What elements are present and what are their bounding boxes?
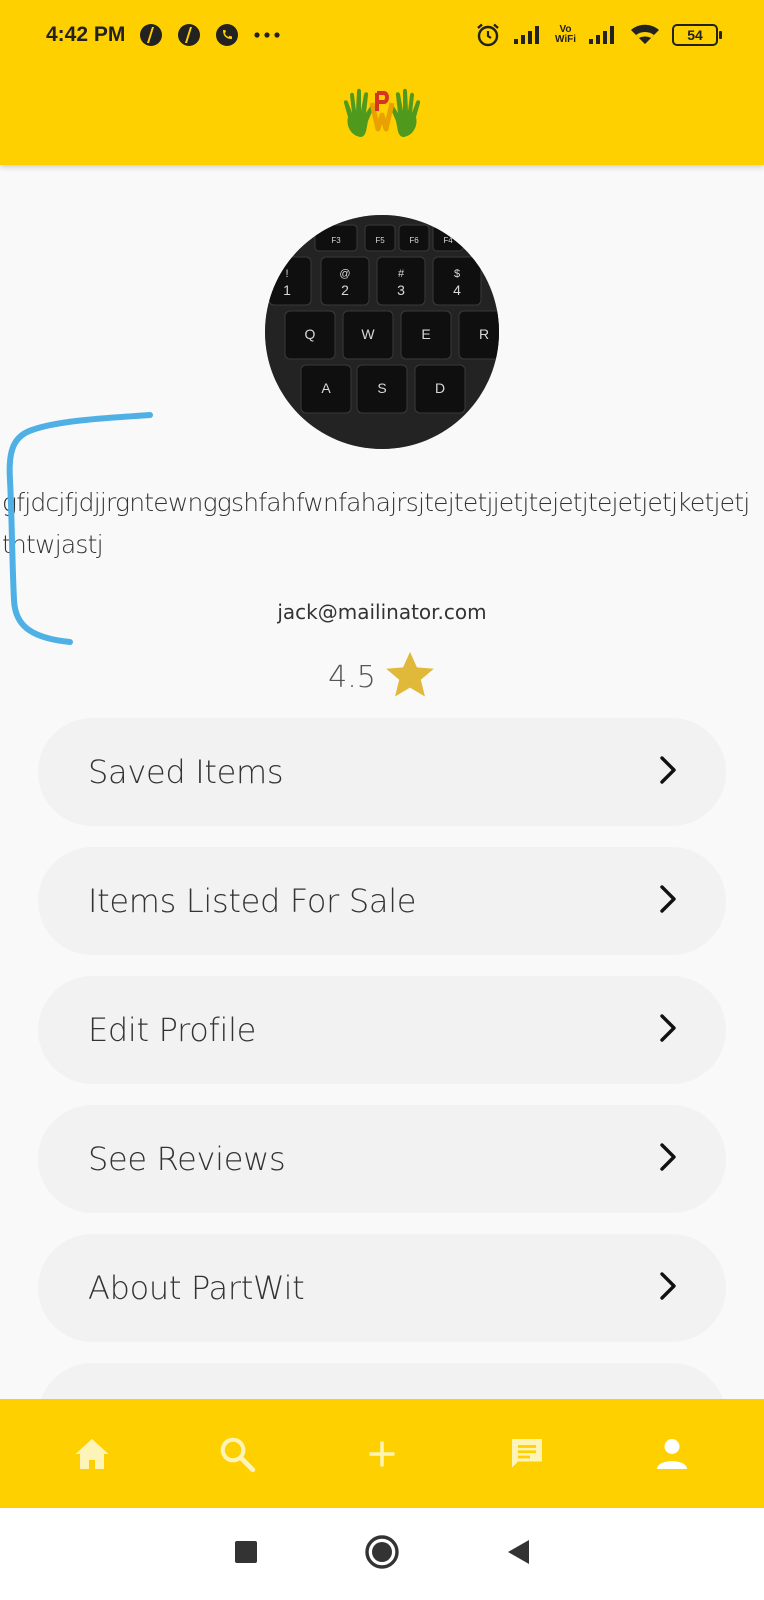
more-dots-icon [253,30,281,40]
svg-text:!: ! [285,268,288,280]
star-icon [384,650,436,704]
svg-text:1: 1 [283,282,291,298]
svg-text:E: E [421,326,430,342]
recents-icon[interactable] [233,1539,259,1569]
svg-text:D: D [435,380,445,396]
svg-text:F4: F4 [443,236,453,245]
svg-text:@: @ [339,268,350,280]
battery-icon: 54 [672,24,722,46]
svg-text:R: R [479,326,489,342]
svg-text:W: W [361,326,375,342]
chevron-right-icon [658,1013,678,1047]
battery-level: 54 [687,27,703,43]
nav-search[interactable] [202,1419,272,1489]
hike-icon [177,23,201,47]
menu-item-label: See Reviews [88,1140,286,1178]
nav-add[interactable] [347,1419,417,1489]
svg-text:$: $ [454,268,460,280]
call-icon [215,23,239,47]
chevron-right-icon [658,755,678,789]
signal-icon [588,25,618,45]
hike-icon [139,23,163,47]
menu-item-see-reviews[interactable]: See Reviews [38,1105,726,1213]
chevron-right-icon [658,1271,678,1305]
profile-rating: 4.5 [0,650,764,704]
profile-menu: Saved Items Items Listed For Sale Edit P… [38,718,726,1423]
status-bar: 4:42 PM Vo WiFi 54 [0,0,764,70]
rating-value: 4.5 [328,659,376,695]
signal-icon [513,25,543,45]
svg-text:F5: F5 [375,236,385,245]
partwit-logo-icon [338,85,426,141]
back-icon[interactable] [505,1538,531,1570]
alarm-icon [475,22,501,48]
home-circle-icon[interactable] [364,1534,400,1574]
profile-avatar[interactable]: F3 F5 F6 F4 ! 1 @ 2 # 3 $ 4 Q W E R A S … [265,215,499,449]
nav-profile[interactable] [637,1419,707,1489]
svg-text:F6: F6 [409,236,419,245]
status-time: 4:42 PM [46,23,126,46]
svg-text:F3: F3 [331,236,341,245]
menu-item-label: About PartWit [88,1269,305,1307]
menu-item-label: Saved Items [88,753,284,791]
chevron-right-icon [658,884,678,918]
volte-badge: Vo WiFi [555,25,576,45]
wifi-icon [630,24,660,46]
status-left: 4:42 PM [46,23,281,47]
svg-text:4: 4 [453,282,461,298]
add-icon [369,1441,395,1466]
menu-item-saved-items[interactable]: Saved Items [38,718,726,826]
menu-item-items-for-sale[interactable]: Items Listed For Sale [38,847,726,955]
menu-item-about-partwit[interactable]: About PartWit [38,1234,726,1342]
profile-email: jack@mailinator.com [277,600,487,624]
svg-text:A: A [321,380,331,396]
search-icon [220,1437,256,1472]
volte-bottom: WiFi [554,34,576,45]
menu-item-label: Items Listed For Sale [88,882,417,920]
nav-home[interactable] [57,1419,127,1489]
profile-icon [656,1438,687,1469]
chevron-right-icon [658,1142,678,1176]
chat-icon [511,1438,542,1467]
status-right: Vo WiFi 54 [475,22,722,48]
svg-text:2: 2 [341,282,349,298]
svg-text:S: S [377,380,386,396]
svg-text:#: # [398,268,405,280]
app-header: 4:42 PM Vo WiFi 54 [0,0,764,165]
profile-bio: gfjdcjfjdjjrgntewnggshfahfwnfahajrsjtejt… [2,488,750,559]
menu-item-label: Edit Profile [88,1011,257,1049]
svg-text:3: 3 [397,282,405,298]
bottom-nav [0,1399,764,1508]
svg-text:Q: Q [305,326,316,342]
menu-item-edit-profile[interactable]: Edit Profile [38,976,726,1084]
system-nav [0,1508,764,1600]
home-icon [75,1438,109,1469]
nav-chat[interactable] [492,1419,562,1489]
keyboard-photo: F3 F5 F6 F4 ! 1 @ 2 # 3 $ 4 Q W E R A S … [265,215,499,449]
